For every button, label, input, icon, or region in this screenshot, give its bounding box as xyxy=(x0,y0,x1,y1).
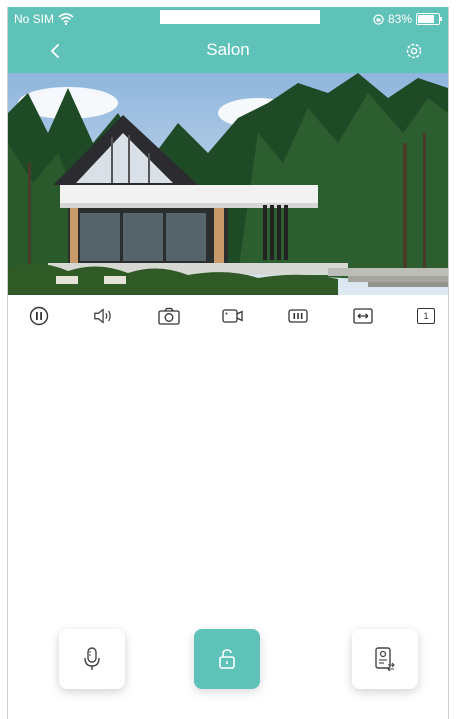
battery-icon xyxy=(416,13,442,25)
settings-gear-icon[interactable] xyxy=(404,41,424,61)
app-header: No SIM 83% Salon xyxy=(8,7,448,73)
status-bar-placeholder xyxy=(160,10,320,24)
navigation-bar: Salon xyxy=(8,29,448,73)
camera-feed-image xyxy=(8,73,448,295)
resize-icon[interactable] xyxy=(352,305,374,327)
pause-icon[interactable] xyxy=(28,305,50,327)
intercom-switch-button[interactable] xyxy=(352,629,418,689)
wifi-icon xyxy=(58,13,74,25)
video-icon[interactable] xyxy=(222,305,244,327)
unlock-button[interactable] xyxy=(194,629,260,689)
quality-icon[interactable] xyxy=(287,305,309,327)
intercom-switch-icon xyxy=(375,647,395,672)
unlock-icon xyxy=(219,649,235,669)
orientation-lock-icon xyxy=(373,13,384,25)
speaker-icon[interactable] xyxy=(93,305,115,327)
status-bar: No SIM 83% xyxy=(8,7,448,29)
app-frame: No SIM 83% Salon 1 xyxy=(7,7,449,719)
camera-icon[interactable] xyxy=(158,305,180,327)
carrier-label: No SIM xyxy=(14,12,55,26)
playback-controls: 1 xyxy=(8,303,448,329)
talk-button[interactable] xyxy=(59,629,125,689)
channel-number: 1 xyxy=(417,308,435,324)
microphone-icon xyxy=(84,647,100,670)
channel-button[interactable]: 1 xyxy=(415,305,437,327)
camera-live-view[interactable] xyxy=(8,73,448,295)
page-title: Salon xyxy=(206,40,250,59)
battery-percent: 83% xyxy=(387,12,412,26)
